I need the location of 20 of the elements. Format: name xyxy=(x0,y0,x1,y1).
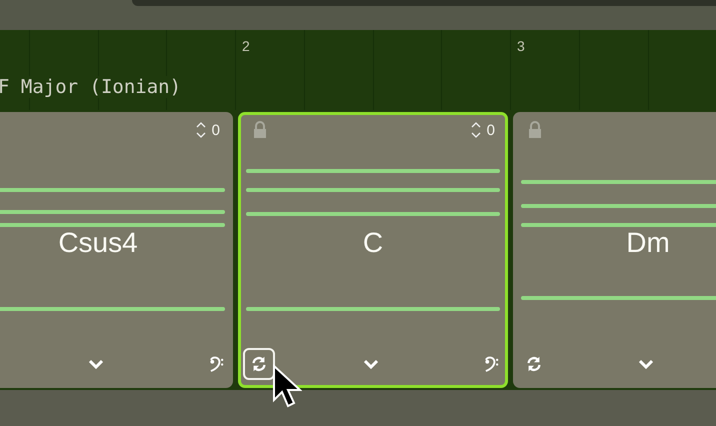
up-down-icon[interactable] xyxy=(196,121,206,139)
bar-number: 2 xyxy=(242,38,250,54)
chevron-down-icon[interactable] xyxy=(639,359,653,369)
chord-name: Dm xyxy=(626,227,670,259)
chord-name: C xyxy=(362,227,384,259)
mouse-cursor-icon xyxy=(272,364,302,408)
chord-name: Csus4 xyxy=(58,227,138,259)
bass-clef-icon[interactable] xyxy=(209,356,224,372)
bar-number: 3 xyxy=(517,38,525,54)
refresh-icon xyxy=(250,355,268,373)
up-down-icon[interactable] xyxy=(470,121,481,139)
transpose-value: 0 xyxy=(212,122,220,138)
chevron-down-icon[interactable] xyxy=(364,359,378,369)
chord-card[interactable]: 0 C xyxy=(238,112,508,388)
transpose-value: 0 xyxy=(486,122,495,138)
chevron-down-icon[interactable] xyxy=(89,359,103,369)
bass-clef-icon[interactable] xyxy=(484,356,499,372)
refresh-icon xyxy=(525,355,543,373)
chord-card[interactable]: 0 Csus4 xyxy=(0,112,233,388)
chord-card[interactable]: Dm xyxy=(513,112,716,388)
